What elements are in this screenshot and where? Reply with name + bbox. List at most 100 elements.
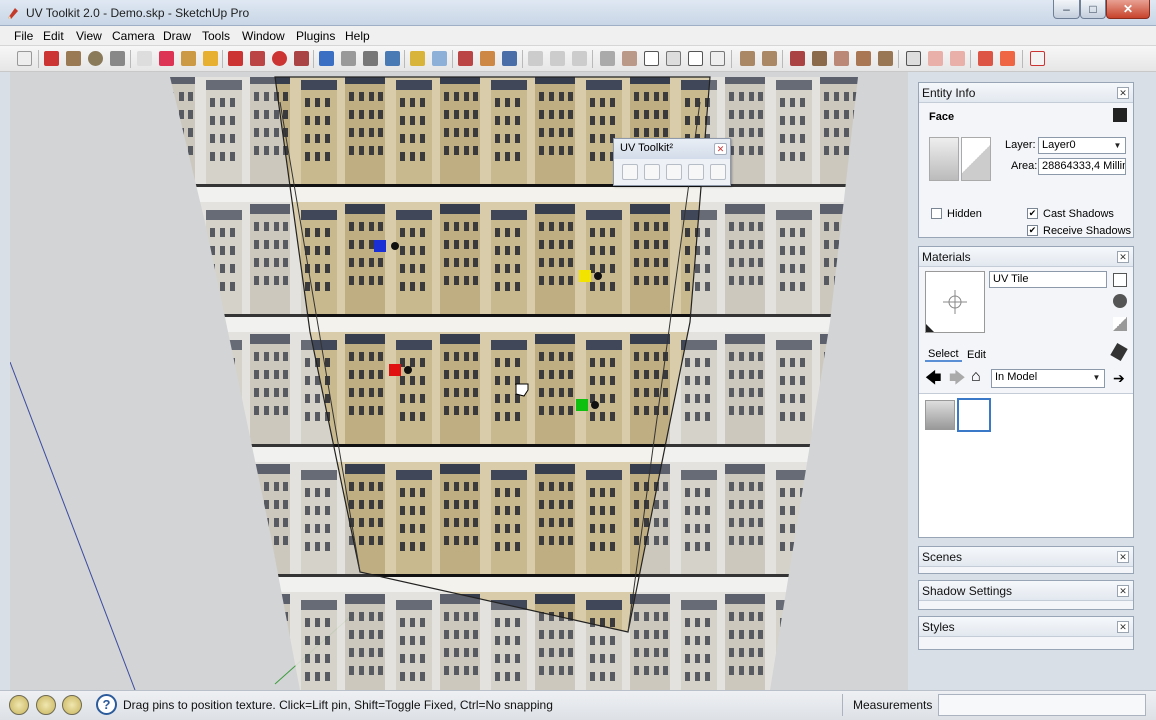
circle-tool-icon[interactable] xyxy=(88,51,103,66)
uv-tool-button-5[interactable] xyxy=(710,164,726,180)
create-material-icon[interactable] xyxy=(1113,273,1127,287)
paint-bucket-icon[interactable] xyxy=(203,51,218,66)
material-swatch-facade[interactable] xyxy=(925,400,955,430)
back-material-swatch[interactable] xyxy=(961,137,991,181)
materials-header[interactable]: Materials ✕ xyxy=(919,247,1133,267)
zoom-extents-icon[interactable] xyxy=(385,51,400,66)
warehouse-icon[interactable] xyxy=(432,51,447,66)
menu-tools[interactable]: Tools xyxy=(202,29,230,43)
axes-tool-icon[interactable] xyxy=(906,51,921,66)
menu-help[interactable]: Help xyxy=(345,29,370,43)
xray-icon[interactable] xyxy=(528,51,543,66)
redo-icon[interactable] xyxy=(1000,51,1015,66)
uv-tool-button-1[interactable] xyxy=(622,164,638,180)
hidden-checkbox[interactable] xyxy=(931,208,942,219)
close-button[interactable]: ✕ xyxy=(1106,0,1150,19)
menu-view[interactable]: View xyxy=(76,29,102,43)
front-view-icon[interactable] xyxy=(644,51,659,66)
iso-view-icon[interactable] xyxy=(600,51,615,66)
yellow-pin-marker[interactable] xyxy=(579,270,591,282)
uv-toolkit-header[interactable]: UV Toolkit² ✕ xyxy=(614,139,730,159)
uv-toolkit-quad-icon[interactable] xyxy=(950,51,965,66)
library-dropdown[interactable]: In Model ▼ xyxy=(991,369,1105,388)
push-pull-icon[interactable] xyxy=(228,51,243,66)
arc-tool-icon[interactable] xyxy=(110,51,125,66)
select-tool-icon[interactable] xyxy=(17,51,32,66)
sandbox-contours-icon[interactable] xyxy=(740,51,755,66)
make-component-icon[interactable] xyxy=(137,51,152,66)
details-arrow-icon[interactable]: ➔ xyxy=(1113,371,1125,385)
uv-toolkit-icon[interactable] xyxy=(928,51,943,66)
scenes-header[interactable]: Scenes ✕ xyxy=(919,547,1133,567)
shadow-settings-close-icon[interactable]: ✕ xyxy=(1117,585,1129,597)
left-view-icon[interactable] xyxy=(710,51,725,66)
look-around-icon[interactable] xyxy=(502,51,517,66)
pan-tool-icon[interactable] xyxy=(341,51,356,66)
styles-header[interactable]: Styles ✕ xyxy=(919,617,1133,637)
undo-icon[interactable] xyxy=(978,51,993,66)
tab-edit[interactable]: Edit xyxy=(967,349,986,361)
model-canvas[interactable] xyxy=(10,72,908,690)
walk-tool-icon[interactable] xyxy=(480,51,495,66)
zoom-tool-icon[interactable] xyxy=(363,51,378,66)
scenes-close-icon[interactable]: ✕ xyxy=(1117,551,1129,563)
eyedropper-icon[interactable] xyxy=(1110,342,1128,362)
styles-close-icon[interactable]: ✕ xyxy=(1117,621,1129,633)
orbit-tool-icon[interactable] xyxy=(319,51,334,66)
menu-edit[interactable]: Edit xyxy=(43,29,64,43)
rectangle-tool-icon[interactable] xyxy=(66,51,81,66)
right-view-icon[interactable] xyxy=(666,51,681,66)
wireframe-icon[interactable] xyxy=(550,51,565,66)
flip-edge-icon[interactable] xyxy=(878,51,893,66)
material-swatch-uv-tile[interactable] xyxy=(957,398,991,432)
model-viewport[interactable] xyxy=(10,72,908,690)
add-detail-icon[interactable] xyxy=(856,51,871,66)
entity-info-header[interactable]: Entity Info ✕ xyxy=(919,83,1133,103)
dimension-tool-icon[interactable] xyxy=(1030,51,1045,66)
forward-arrow-icon[interactable]: 🡆 xyxy=(949,371,966,387)
tape-measure-icon[interactable] xyxy=(181,51,196,66)
back-arrow-icon[interactable]: 🡄 xyxy=(925,371,942,387)
position-camera-icon[interactable] xyxy=(458,51,473,66)
line-tool-icon[interactable] xyxy=(44,51,59,66)
menu-file[interactable]: File xyxy=(14,29,33,43)
hidden-line-icon[interactable] xyxy=(572,51,587,66)
maximize-button[interactable]: □ xyxy=(1080,0,1106,19)
eraser-tool-icon[interactable] xyxy=(159,51,174,66)
move-tool-icon[interactable] xyxy=(250,51,265,66)
minimize-button[interactable]: – xyxy=(1053,0,1080,19)
geolocation-icon[interactable] xyxy=(9,695,29,715)
entity-collapse-icon[interactable] xyxy=(1113,108,1127,122)
top-view-icon[interactable] xyxy=(622,51,637,66)
cast-shadows-checkbox[interactable]: ✔ xyxy=(1027,208,1038,219)
follow-me-icon[interactable] xyxy=(294,51,309,66)
menu-plugins[interactable]: Plugins xyxy=(296,29,335,43)
material-name-field[interactable]: UV Tile xyxy=(989,271,1107,288)
smoove-icon[interactable] xyxy=(790,51,805,66)
uv-tool-button-4[interactable] xyxy=(688,164,704,180)
entity-info-close-icon[interactable]: ✕ xyxy=(1117,87,1129,99)
credits-icon[interactable] xyxy=(36,695,56,715)
blue-pin-marker[interactable] xyxy=(374,240,386,252)
user-icon[interactable] xyxy=(62,695,82,715)
receive-shadows-checkbox[interactable]: ✔ xyxy=(1027,225,1038,236)
front-material-swatch[interactable] xyxy=(929,137,959,181)
rotate-tool-icon[interactable] xyxy=(272,51,287,66)
home-icon[interactable]: ⌂ xyxy=(971,369,981,385)
menu-camera[interactable]: Camera xyxy=(112,29,155,43)
green-pin-marker[interactable] xyxy=(576,399,588,411)
red-pin-marker[interactable] xyxy=(389,364,401,376)
materials-close-icon[interactable]: ✕ xyxy=(1117,251,1129,263)
drape-icon[interactable] xyxy=(834,51,849,66)
sample-paint-icon[interactable] xyxy=(1113,294,1127,308)
uv-tool-button-2[interactable] xyxy=(644,164,660,180)
sandbox-scratch-icon[interactable] xyxy=(762,51,777,66)
tab-select[interactable]: Select xyxy=(925,348,962,362)
section-plane-icon[interactable] xyxy=(410,51,425,66)
measurements-field[interactable] xyxy=(938,694,1146,716)
menu-window[interactable]: Window xyxy=(242,29,285,43)
menu-draw[interactable]: Draw xyxy=(163,29,191,43)
stamp-icon[interactable] xyxy=(812,51,827,66)
uv-toolkit-close-icon[interactable]: ✕ xyxy=(714,143,727,155)
back-view-icon[interactable] xyxy=(688,51,703,66)
